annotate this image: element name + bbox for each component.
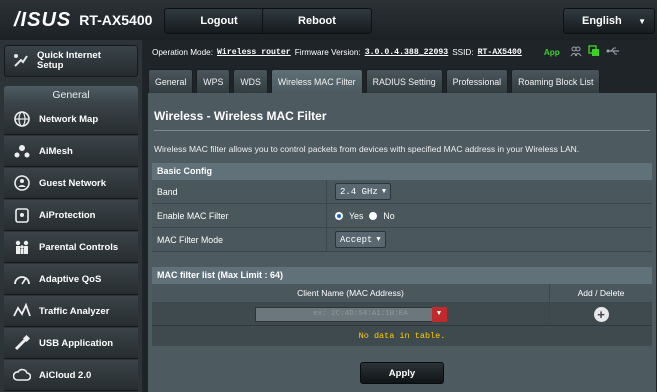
sidebar-item-label: Parental Controls <box>39 241 119 253</box>
sidebar: Quick Internet Setup General Network Map… <box>0 40 142 392</box>
asus-logo: /ISUS <box>14 8 72 31</box>
enable-yes-radio[interactable] <box>335 211 343 220</box>
sidebar-item-label: AiProtection <box>39 209 96 221</box>
quick-internet-setup-button[interactable]: Quick Internet Setup <box>4 45 138 77</box>
column-client-name: Client Name (MAC Address) <box>152 284 550 302</box>
mac-filter-mode-value: Accept <box>340 234 373 245</box>
mac-address-input[interactable]: ex: 2C:4D:54:A1:1B:EA ▼ <box>254 306 447 322</box>
mac-filter-mode-select[interactable]: Accept ▼ <box>335 231 386 248</box>
usb-status-icon[interactable] <box>606 46 620 58</box>
enable-yes-label: Yes <box>349 210 364 221</box>
reboot-button[interactable]: Reboot <box>262 8 372 34</box>
band-label: Band <box>152 180 327 203</box>
tab-bar: General WPS WDS Wireless MAC Filter RADI… <box>148 69 601 93</box>
enable-mac-filter-label: Enable MAC Filter <box>152 204 327 227</box>
chevron-down-icon: ▼ <box>381 187 387 196</box>
title-divider <box>154 130 650 131</box>
main-content: Operation Mode: Wireless router Firmware… <box>142 40 657 392</box>
sidebar-item-traffic-analyzer[interactable]: Traffic Analyzer <box>4 296 138 327</box>
brand: /ISUS RT-AX5400 <box>14 8 153 31</box>
content-panel: Wireless - Wireless MAC Filter Wireless … <box>148 93 656 392</box>
firmware-label: Firmware Version: <box>294 47 361 57</box>
sidebar-item-network-map[interactable]: Network Map <box>4 104 138 135</box>
basic-config-table: Basic Config Band 2.4 GHz ▼ Enable MAC F… <box>152 163 652 252</box>
basic-config-heading: Basic Config <box>152 163 652 180</box>
clients-icon[interactable] <box>570 45 582 59</box>
sidebar-item-parental-controls[interactable]: Parental Controls <box>4 232 138 263</box>
tab-wds[interactable]: WDS <box>233 69 268 93</box>
copy-icon[interactable] <box>588 45 600 59</box>
sidebar-item-label: Guest Network <box>39 177 107 189</box>
model-name: RT-AX5400 <box>79 12 153 28</box>
enable-no-radio[interactable] <box>369 211 378 220</box>
tab-roaming-block-list[interactable]: Roaming Block List <box>511 69 601 93</box>
sidebar-item-label: Adaptive QoS <box>39 273 102 285</box>
sidebar-item-aicloud[interactable]: AiCloud 2.0 <box>4 360 138 391</box>
chevron-down-icon: ▼ <box>638 16 646 26</box>
status-bar: Operation Mode: Wireless router Firmware… <box>152 43 657 61</box>
lock-icon <box>12 205 32 225</box>
tab-radius-setting[interactable]: RADIUS Setting <box>365 69 443 93</box>
traffic-analyzer-icon <box>12 301 32 321</box>
mac-list-columns: Client Name (MAC Address) Add / Delete <box>152 284 652 303</box>
sidebar-item-guest-network[interactable]: Guest Network <box>4 168 138 199</box>
ssid-label: SSID: <box>452 47 474 57</box>
sidebar-nav: Network Map AiMesh Guest Network AiProte… <box>4 104 138 392</box>
language-label: English <box>582 15 622 27</box>
ssid-link[interactable]: RT-AX5400 <box>478 48 522 57</box>
sidebar-item-label: AiMesh <box>39 145 73 157</box>
chevron-down-icon: ▼ <box>436 309 442 318</box>
page-description: Wireless MAC filter allows you to contro… <box>154 144 580 154</box>
aimesh-icon <box>12 141 32 161</box>
enable-mac-filter-row: Enable MAC Filter Yes No <box>152 204 652 228</box>
column-add-delete: Add / Delete <box>577 288 625 298</box>
band-value: 2.4 GHz <box>340 186 378 197</box>
sidebar-item-label: Network Map <box>39 113 99 125</box>
sidebar-item-label: AiCloud 2.0 <box>39 369 92 381</box>
gauge-icon <box>12 269 32 289</box>
usb-icon <box>12 333 32 353</box>
sidebar-item-label: USB Application <box>39 337 114 349</box>
tab-general[interactable]: General <box>148 69 194 93</box>
tab-wireless-mac-filter[interactable]: Wireless MAC Filter <box>270 69 363 93</box>
app-link[interactable]: App <box>544 48 560 57</box>
sidebar-item-usb-application[interactable]: USB Application <box>4 328 138 359</box>
status-icons <box>570 45 620 59</box>
sidebar-item-aiprotection[interactable]: AiProtection <box>4 200 138 231</box>
enable-no-label: No <box>383 210 395 221</box>
mac-filter-mode-label: MAC Filter Mode <box>152 228 327 251</box>
top-bar: /ISUS RT-AX5400 Logout Reboot English ▼ <box>0 0 657 40</box>
family-icon <box>12 237 32 257</box>
page-title: Wireless - Wireless MAC Filter <box>154 109 327 123</box>
tab-professional[interactable]: Professional <box>445 69 509 93</box>
tab-wps[interactable]: WPS <box>196 69 231 93</box>
cloud-icon <box>12 365 32 385</box>
sidebar-item-adaptive-qos[interactable]: Adaptive QoS <box>4 264 138 295</box>
op-mode-link[interactable]: Wireless router <box>217 48 291 57</box>
quick-setup-label: Quick Internet Setup <box>37 50 101 71</box>
globe-icon <box>12 109 32 129</box>
firmware-link[interactable]: 3.0.0.4.388_22093 <box>365 48 449 57</box>
client-list-dropdown-button[interactable]: ▼ <box>431 306 447 322</box>
mac-list-heading: MAC filter list (Max Limit : 64) <box>152 267 652 284</box>
add-icon[interactable]: + <box>593 306 609 322</box>
mac-filter-mode-row: MAC Filter Mode Accept ▼ <box>152 228 652 252</box>
op-mode-label: Operation Mode: <box>152 47 213 57</box>
sidebar-item-aimesh[interactable]: AiMesh <box>4 136 138 167</box>
band-select[interactable]: 2.4 GHz ▼ <box>335 183 392 200</box>
sidebar-section-general: General <box>4 86 138 104</box>
apply-button[interactable]: Apply <box>360 362 444 384</box>
band-row: Band 2.4 GHz ▼ <box>152 180 652 204</box>
empty-table-message: No data in table. <box>152 326 652 346</box>
mac-input-placeholder: ex: 2C:4D:54:A1:1B:EA <box>313 309 408 318</box>
mac-input-row: ex: 2C:4D:54:A1:1B:EA ▼ + <box>152 303 652 326</box>
quick-setup-icon <box>11 51 31 71</box>
language-select[interactable]: English ▼ <box>563 8 655 34</box>
mac-filter-list-table: MAC filter list (Max Limit : 64) Client … <box>152 267 652 346</box>
logout-button[interactable]: Logout <box>164 8 274 34</box>
chevron-down-icon: ▼ <box>376 235 381 244</box>
guest-network-icon <box>12 173 32 193</box>
sidebar-item-label: Traffic Analyzer <box>39 305 110 317</box>
